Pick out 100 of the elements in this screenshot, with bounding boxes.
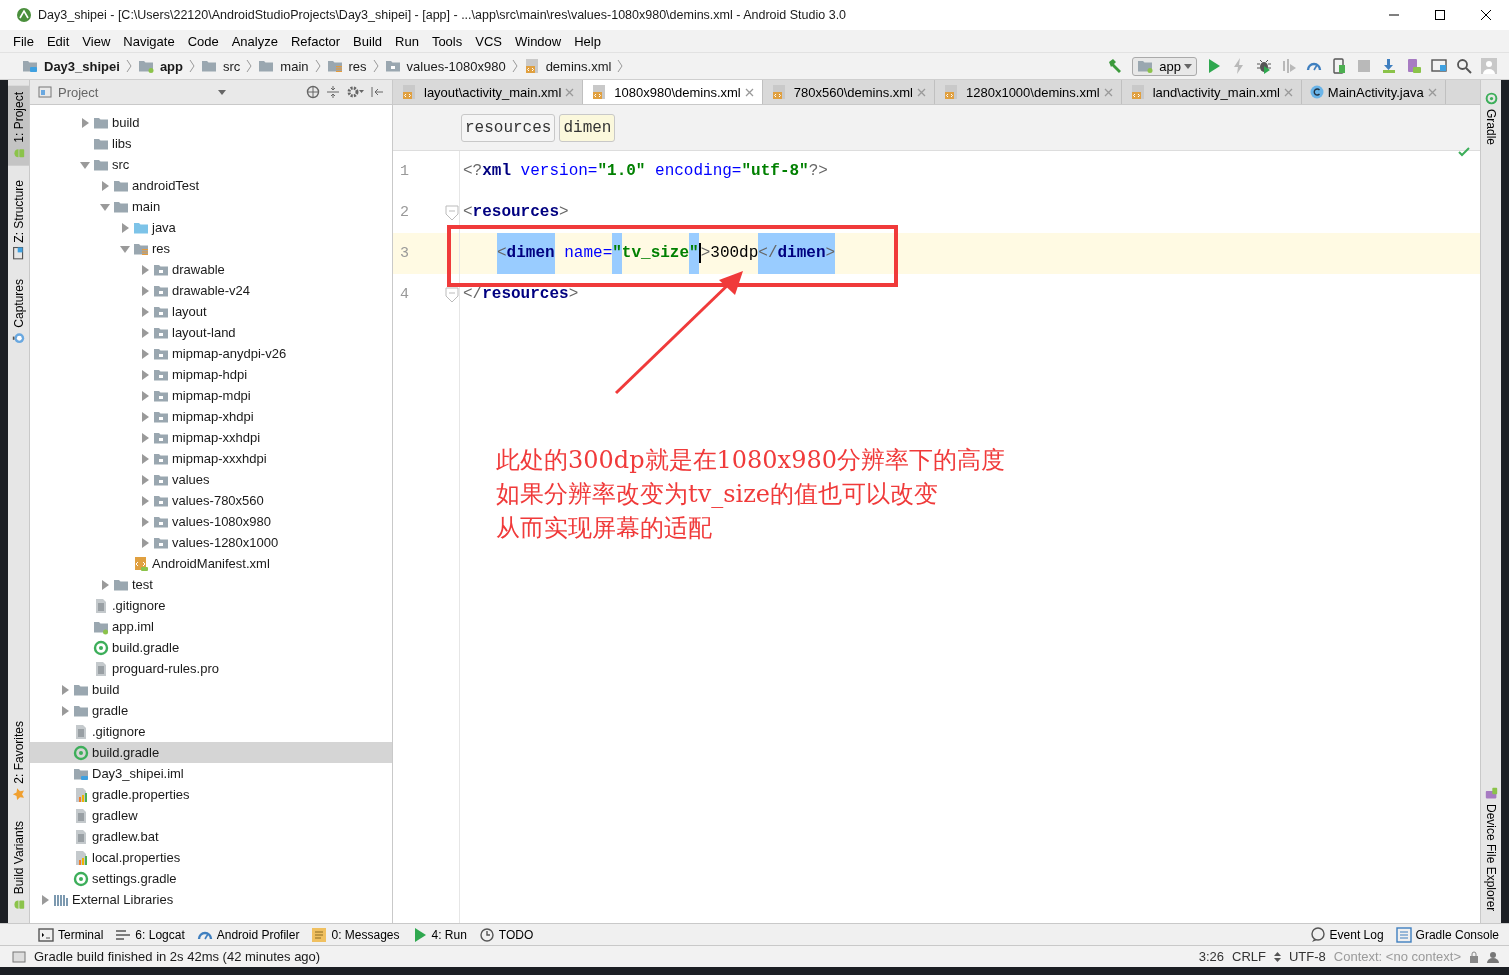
tool-window-tab[interactable]: Build Variants <box>8 814 29 917</box>
menu-item[interactable]: Edit <box>39 33 76 49</box>
tree-item[interactable]: mipmap-xxxhdpi <box>30 448 392 469</box>
fold-icon[interactable] <box>445 286 459 303</box>
menu-item[interactable]: View <box>75 33 117 49</box>
breadcrumb[interactable]: main <box>254 58 313 74</box>
menu-item[interactable]: Window <box>507 33 568 49</box>
breadcrumb[interactable]: app <box>133 58 187 74</box>
line-number: 4 <box>399 286 410 303</box>
menu-item[interactable]: Tools <box>424 33 469 49</box>
tool-window-tab[interactable]: Device File Explorer <box>1481 780 1501 917</box>
tree-item[interactable]: values-780x560 <box>30 490 392 511</box>
tree-item[interactable]: src <box>30 154 392 175</box>
tree-item[interactable]: mipmap-xxhdpi <box>30 427 392 448</box>
tool-window-tab[interactable]: TODO <box>476 926 544 943</box>
tree-item[interactable]: layout <box>30 301 392 322</box>
tree-item[interactable]: drawable <box>30 259 392 280</box>
text-file-icon <box>73 828 89 845</box>
line-number: 1 <box>399 163 410 180</box>
tree-item[interactable]: values-1080x980 <box>30 511 392 532</box>
tool-window-tab[interactable]: Terminal <box>36 926 114 943</box>
tree-item[interactable]: gradlew.bat <box>30 826 392 847</box>
tool-window-tab[interactable]: 1: Project <box>8 86 29 166</box>
tool-window-tab[interactable]: Event Log <box>1307 926 1394 943</box>
breadcrumb[interactable]: res <box>322 58 371 74</box>
breadcrumb[interactable]: Day3_shipei <box>18 58 124 74</box>
lock-icon[interactable] <box>1469 950 1479 963</box>
tool-window-tab[interactable]: Gradle <box>1481 86 1501 152</box>
tree-item[interactable]: res <box>30 238 392 259</box>
menu-item[interactable]: Run <box>388 33 425 49</box>
tree-item[interactable]: local.properties <box>30 847 392 868</box>
collapse-icon[interactable] <box>326 85 340 99</box>
tree-item[interactable]: values <box>30 469 392 490</box>
breadcrumb[interactable]: values-1080x980 <box>380 58 510 74</box>
tree-item[interactable]: build <box>30 679 392 700</box>
tree-item[interactable]: build.gradle <box>30 637 392 658</box>
tool-window-tab[interactable]: 2: Favorites <box>8 715 29 807</box>
project-view-icon <box>38 85 52 99</box>
caret-position[interactable]: 3:26 <box>1198 949 1224 964</box>
tree-item[interactable]: gradle.properties <box>30 784 392 805</box>
tag-breadcrumb[interactable]: resources <box>461 113 556 142</box>
xml-file-icon <box>401 84 417 100</box>
context-label: Context: <no context> <box>1333 949 1461 964</box>
tree-item[interactable]: mipmap-anydpi-v26 <box>30 343 392 364</box>
tree-item[interactable]: layout-land <box>30 322 392 343</box>
menu-item[interactable]: Refactor <box>283 33 347 49</box>
menu-item[interactable]: Code <box>180 33 225 49</box>
person-icon[interactable] <box>1487 950 1499 963</box>
tool-window-tab[interactable]: 4: Run <box>409 926 477 943</box>
tree-item[interactable]: settings.gradle <box>30 868 392 889</box>
menu-item[interactable]: Analyze <box>224 33 284 49</box>
tree-item[interactable]: main <box>30 196 392 217</box>
tool-window-tab[interactable]: Captures <box>8 273 29 352</box>
hide-panel-icon[interactable] <box>370 85 384 99</box>
file-encoding[interactable]: UTF-8 <box>1288 949 1326 964</box>
tool-window-tab[interactable]: 0: Messages <box>309 926 410 943</box>
run-configuration-dropdown[interactable]: app <box>1132 56 1197 76</box>
maximize-icon[interactable] <box>1434 9 1446 21</box>
tool-window-tab[interactable]: Android Profiler <box>194 926 310 943</box>
tree-item[interactable]: java <box>30 217 392 238</box>
tree-item[interactable]: AndroidManifest.xml <box>30 553 392 574</box>
tree-item[interactable]: androidTest <box>30 175 392 196</box>
tag-breadcrumb[interactable]: dimen <box>559 113 616 142</box>
tree-item[interactable]: mipmap-hdpi <box>30 364 392 385</box>
menu-item[interactable]: Help <box>567 33 607 49</box>
menu-item[interactable]: VCS <box>468 33 508 49</box>
breadcrumb[interactable]: demins.xml <box>519 58 616 74</box>
target-icon[interactable] <box>306 85 320 99</box>
line-separator[interactable]: CRLF <box>1232 949 1266 964</box>
dropdown-arrow-icon[interactable] <box>218 88 226 96</box>
editor-tab[interactable]: 1080x980\demins.xml <box>583 80 763 104</box>
tree-item[interactable]: .gitignore <box>30 595 392 616</box>
menu-item[interactable]: Build <box>346 33 388 49</box>
tree-item[interactable]: drawable-v24 <box>30 280 392 301</box>
tree-item[interactable]: gradlew <box>30 805 392 826</box>
tool-window-tab[interactable]: Z: Structure <box>8 173 29 266</box>
tool-windows-icon[interactable] <box>12 949 26 964</box>
tree-item[interactable]: build.gradle <box>30 742 392 763</box>
tree-item[interactable]: External Libraries <box>30 889 392 910</box>
tree-item[interactable]: .gitignore <box>30 721 392 742</box>
tree-item[interactable]: proguard-rules.pro <box>30 658 392 679</box>
fold-icon[interactable] <box>445 204 459 221</box>
tree-item[interactable]: mipmap-xhdpi <box>30 406 392 427</box>
close-icon[interactable] <box>1480 9 1492 21</box>
tree-item[interactable]: Day3_shipei.iml <box>30 763 392 784</box>
tree-item[interactable]: gradle <box>30 700 392 721</box>
tree-item[interactable]: build <box>30 112 392 133</box>
tree-item[interactable]: mipmap-mdpi <box>30 385 392 406</box>
tree-item[interactable]: libs <box>30 133 392 154</box>
breadcrumb[interactable]: src <box>197 58 245 74</box>
speech-bubble-icon <box>1309 926 1326 943</box>
settings-icon[interactable] <box>346 85 364 99</box>
tool-window-tab[interactable]: 6: Logcat <box>113 926 195 943</box>
tree-item[interactable]: app.iml <box>30 616 392 637</box>
tree-item[interactable]: values-1280x1000 <box>30 532 392 553</box>
menu-item[interactable]: Navigate <box>116 33 181 49</box>
tool-window-tab[interactable]: Gradle Console <box>1393 926 1509 943</box>
annotation-text: 从而实现屏幕的适配 <box>496 513 713 544</box>
menu-item[interactable]: File <box>6 33 40 49</box>
tree-item[interactable]: test <box>30 574 392 595</box>
